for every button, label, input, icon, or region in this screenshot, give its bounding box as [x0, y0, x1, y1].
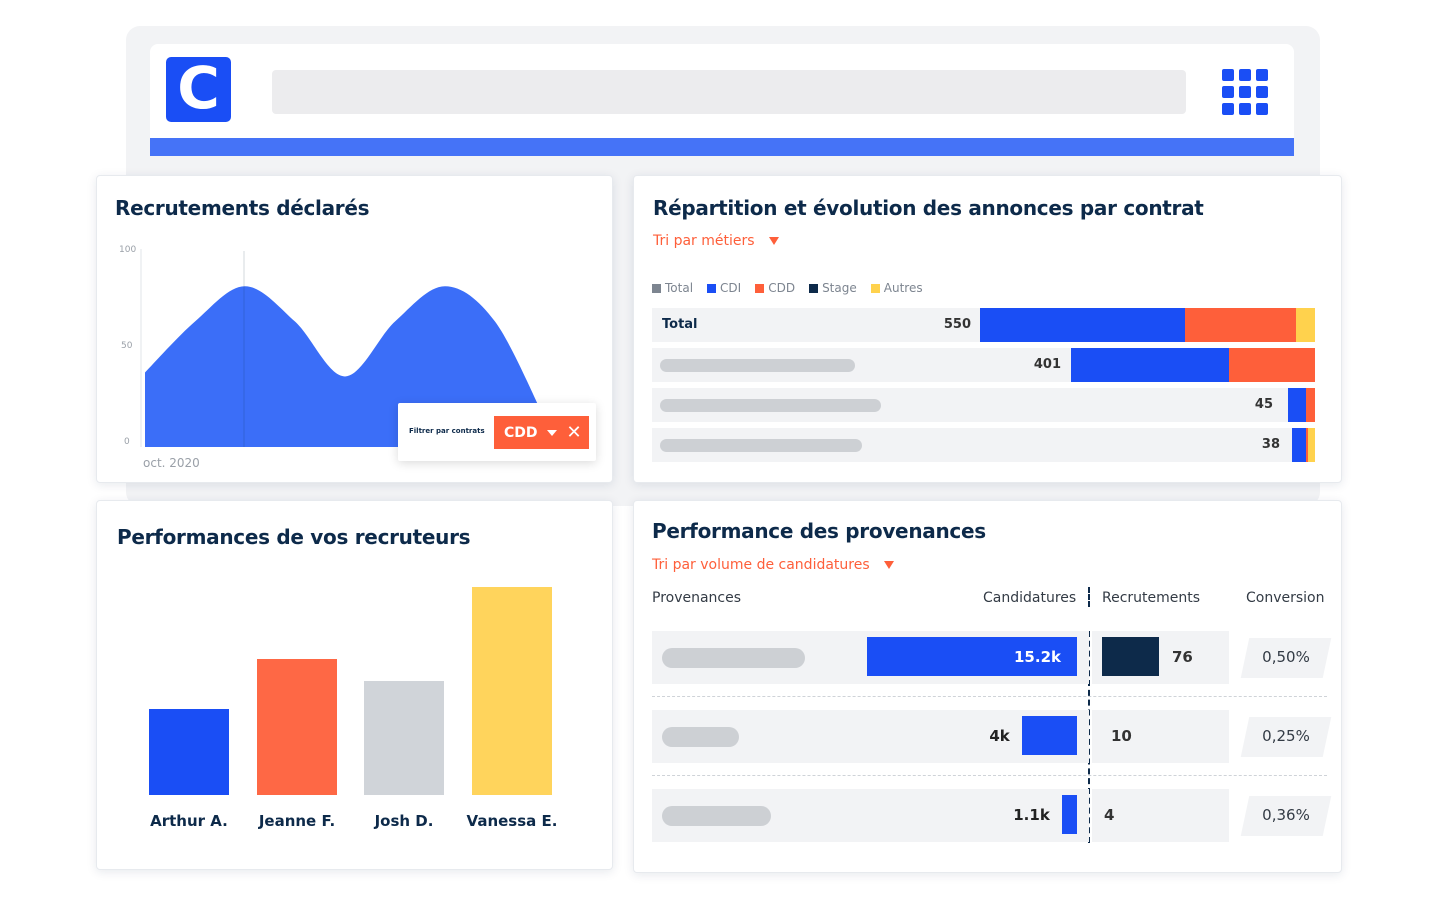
legend-item[interactable]: Stage	[809, 281, 857, 295]
hires-bar	[1102, 637, 1159, 676]
sort-dropdown[interactable]: Tri par volume de candidatures	[652, 557, 894, 573]
conversion-value: 0,25%	[1262, 727, 1310, 745]
column-divider	[1088, 587, 1090, 607]
legend-swatch	[809, 283, 819, 293]
table-row[interactable]: 45	[652, 388, 1315, 422]
table-row[interactable]: 1.1k 4 0,36%	[652, 789, 1332, 842]
grid-apps-icon[interactable]	[1222, 69, 1268, 115]
recruiter-bar[interactable]	[472, 587, 552, 795]
card-title: Performances de vos recruteurs	[117, 525, 471, 549]
hires-value: 76	[1172, 648, 1193, 666]
caret-down-icon	[883, 561, 894, 569]
repartition-card: Répartition et évolution des annonces pa…	[633, 175, 1342, 483]
bar-segment-cdi	[1287, 388, 1306, 422]
sort-dropdown[interactable]: Tri par métiers	[653, 233, 779, 249]
applications-bar	[1061, 795, 1077, 834]
legend-label: CDI	[720, 281, 742, 295]
card-title: Répartition et évolution des annonces pa…	[653, 196, 1204, 220]
hires-value: 10	[1111, 727, 1132, 745]
table-row[interactable]: 38	[652, 428, 1315, 462]
legend-item[interactable]: CDI	[707, 281, 741, 295]
column-header-candidatures[interactable]: Candidatures	[983, 590, 1076, 606]
source-placeholder	[662, 727, 739, 747]
legend-swatch	[870, 283, 880, 293]
bar-segment-cdi	[1291, 428, 1307, 462]
applications-value: 4k	[989, 727, 1010, 745]
chevron-down-icon[interactable]	[546, 429, 557, 436]
legend-item[interactable]: CDD	[755, 281, 795, 295]
bar-segment-cdi	[1070, 348, 1230, 382]
row-label-placeholder	[660, 399, 881, 412]
source-placeholder	[662, 806, 771, 826]
stacked-bar	[1291, 428, 1315, 462]
recruiter-bar[interactable]	[149, 709, 229, 795]
row-value: 45	[1254, 397, 1273, 412]
logo-letter: C	[177, 53, 220, 122]
row-label: Total	[662, 317, 698, 332]
row-value: 38	[1261, 437, 1280, 452]
legend-item[interactable]: Total	[652, 281, 693, 295]
table-row[interactable]: 401	[652, 348, 1315, 382]
recruiters-card: Performances de vos recruteurs Arthur A.…	[96, 500, 613, 870]
applications-bar	[1021, 716, 1077, 755]
column-header-provenances[interactable]: Provenances	[652, 590, 741, 606]
app-logo[interactable]: C	[166, 57, 231, 122]
bar-segment-autres	[1296, 308, 1315, 342]
filter-label: Filtrer par contrats	[409, 427, 485, 435]
recruiter-bar[interactable]	[364, 681, 444, 795]
legend-label: Autres	[883, 281, 923, 295]
legend-swatch	[652, 283, 661, 293]
legend-swatch	[755, 283, 765, 293]
row-label-placeholder	[660, 359, 855, 372]
bar-segment-cdd	[1305, 388, 1315, 422]
filter-chip-label: CDD	[504, 424, 538, 441]
bar-segment-cdi	[980, 308, 1185, 342]
recruiter-name: Arthur A.	[150, 812, 228, 830]
filter-chip-cdd[interactable]: CDD ✕	[494, 416, 589, 449]
caret-down-icon	[768, 237, 779, 245]
column-header-recrutements[interactable]: Recrutements	[1102, 590, 1200, 606]
stacked-bar	[1070, 348, 1315, 382]
bar-segment-autres	[1308, 428, 1315, 462]
recruiter-name: Vanessa E.	[466, 812, 558, 830]
row-divider	[652, 775, 1327, 776]
hires-value: 4	[1104, 806, 1115, 824]
table-row[interactable]: Total 550	[652, 308, 1315, 342]
contract-filter-popup: Filtrer par contrats CDD ✕	[398, 403, 596, 461]
recruiter-name: Josh D.	[374, 812, 434, 830]
stacked-bar	[1287, 388, 1315, 422]
sort-label: Tri par métiers	[653, 233, 755, 249]
table-row[interactable]: 4k 10 0,25%	[652, 710, 1332, 763]
legend-label: CDD	[768, 281, 796, 295]
legend-label: Stage	[822, 281, 857, 295]
bar-segment-cdd	[1184, 308, 1297, 342]
applications-value: 1.1k	[1013, 806, 1050, 824]
legend-label: Total	[665, 281, 694, 295]
sort-label: Tri par volume de candidatures	[652, 557, 870, 573]
card-title: Performance des provenances	[652, 519, 986, 543]
address-bar[interactable]	[272, 70, 1186, 114]
conversion-value: 0,50%	[1262, 648, 1310, 666]
legend-swatch	[707, 283, 717, 293]
row-value: 401	[1033, 357, 1061, 372]
provenances-card: Performance des provenances Tri par volu…	[633, 500, 1342, 873]
close-icon[interactable]: ✕	[567, 423, 582, 442]
legend: Total CDI CDD Stage Autres	[652, 281, 923, 295]
row-value: 550	[943, 317, 971, 332]
bar-segment-cdd	[1229, 348, 1315, 382]
source-placeholder	[662, 648, 805, 668]
nav-strip	[150, 138, 1294, 156]
legend-item[interactable]: Autres	[870, 281, 923, 295]
x-tick-label: oct. 2020	[143, 456, 200, 470]
row-divider	[652, 696, 1327, 697]
conversion-value: 0,36%	[1262, 806, 1310, 824]
applications-value: 15.2k	[1014, 648, 1061, 666]
column-header-conversion[interactable]: Conversion	[1246, 590, 1325, 606]
recruiter-bar[interactable]	[257, 659, 337, 795]
row-label-placeholder	[660, 439, 862, 452]
recruiter-name: Jeanne F.	[258, 812, 336, 830]
stacked-bar	[980, 308, 1315, 342]
table-row[interactable]: 15.2k 76 0,50%	[652, 631, 1332, 684]
